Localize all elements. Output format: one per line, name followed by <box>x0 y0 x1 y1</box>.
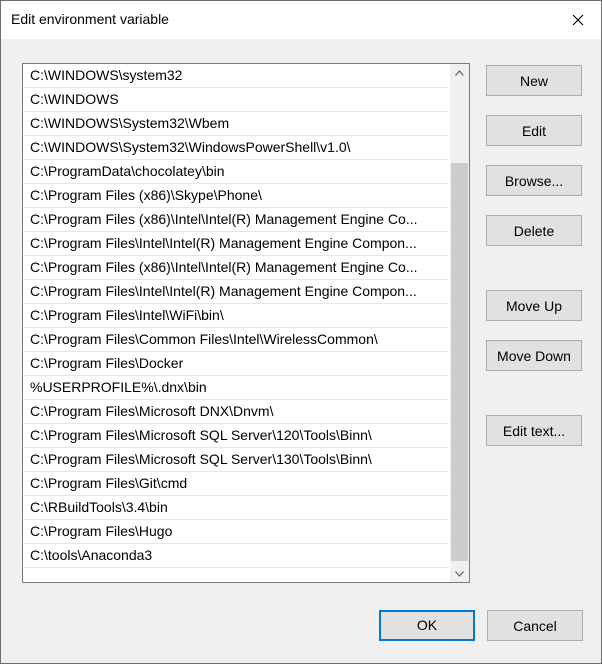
path-list-item[interactable]: C:\Program Files\Intel\WiFi\bin\ <box>23 304 449 328</box>
close-icon <box>572 14 584 26</box>
title-bar: Edit environment variable <box>1 1 601 39</box>
delete-button[interactable]: Delete <box>486 215 582 246</box>
path-list-item[interactable]: C:\WINDOWS\System32\WindowsPowerShell\v1… <box>23 136 449 160</box>
path-list-item[interactable]: C:\Program Files\Microsoft SQL Server\13… <box>23 448 449 472</box>
path-list-item[interactable]: C:\Program Files\Docker <box>23 352 449 376</box>
path-list-item[interactable]: C:\WINDOWS <box>23 88 449 112</box>
path-list-item[interactable]: C:\Program Files\Intel\Intel(R) Manageme… <box>23 280 449 304</box>
path-list-item[interactable]: C:\tools\Anaconda3 <box>23 544 449 568</box>
edit-button[interactable]: Edit <box>486 115 582 146</box>
scroll-down-button[interactable] <box>450 565 469 582</box>
path-list-box[interactable]: C:\WINDOWS\system32 C:\WINDOWS C:\WINDOWS\… <box>22 63 470 583</box>
chevron-up-icon <box>455 69 464 76</box>
path-list-item[interactable]: C:\Program Files (x86)\Intel\Intel(R) Ma… <box>23 208 449 232</box>
path-list-item[interactable]: C:\ProgramData\chocolatey\bin <box>23 160 449 184</box>
scroll-thumb[interactable] <box>451 163 468 561</box>
edit-text-button[interactable]: Edit text... <box>486 415 582 446</box>
path-list-item[interactable]: C:\RBuildTools\3.4\bin <box>23 496 449 520</box>
vertical-scrollbar[interactable] <box>450 64 469 582</box>
scroll-up-button[interactable] <box>450 64 469 81</box>
path-list-item[interactable]: C:\Program Files\Intel\Intel(R) Manageme… <box>23 232 449 256</box>
path-list-item[interactable]: C:\Program Files\Hugo <box>23 520 449 544</box>
browse-button[interactable]: Browse... <box>486 165 582 196</box>
close-button[interactable] <box>555 1 601 39</box>
path-list-item[interactable]: C:\Program Files (x86)\Skype\Phone\ <box>23 184 449 208</box>
edit-environment-variable-dialog: Edit environment variable C:\WINDOWS\sys… <box>0 0 602 664</box>
path-list-item[interactable]: C:\WINDOWS\System32\Wbem <box>23 112 449 136</box>
path-list-item[interactable]: C:\Program Files\Microsoft DNX\Dnvm\ <box>23 400 449 424</box>
path-list-item[interactable]: C:\Program Files\Git\cmd <box>23 472 449 496</box>
path-list-item[interactable]: %USERPROFILE%\.dnx\bin <box>23 376 449 400</box>
cancel-button[interactable]: Cancel <box>487 610 583 641</box>
path-list-item[interactable]: C:\Program Files\Common Files\Intel\Wire… <box>23 328 449 352</box>
path-list-item[interactable]: C:\Program Files (x86)\Intel\Intel(R) Ma… <box>23 256 449 280</box>
move-down-button[interactable]: Move Down <box>486 340 582 371</box>
chevron-down-icon <box>455 570 464 577</box>
path-list-item[interactable]: C:\WINDOWS\system32 <box>23 64 449 88</box>
move-up-button[interactable]: Move Up <box>486 290 582 321</box>
window-title: Edit environment variable <box>11 11 169 27</box>
path-list-item[interactable]: C:\Program Files\Microsoft SQL Server\12… <box>23 424 449 448</box>
ok-button[interactable]: OK <box>379 610 475 641</box>
path-list: C:\WINDOWS\system32 C:\WINDOWS C:\WINDOWS\… <box>23 64 449 582</box>
new-button[interactable]: New <box>486 65 582 96</box>
